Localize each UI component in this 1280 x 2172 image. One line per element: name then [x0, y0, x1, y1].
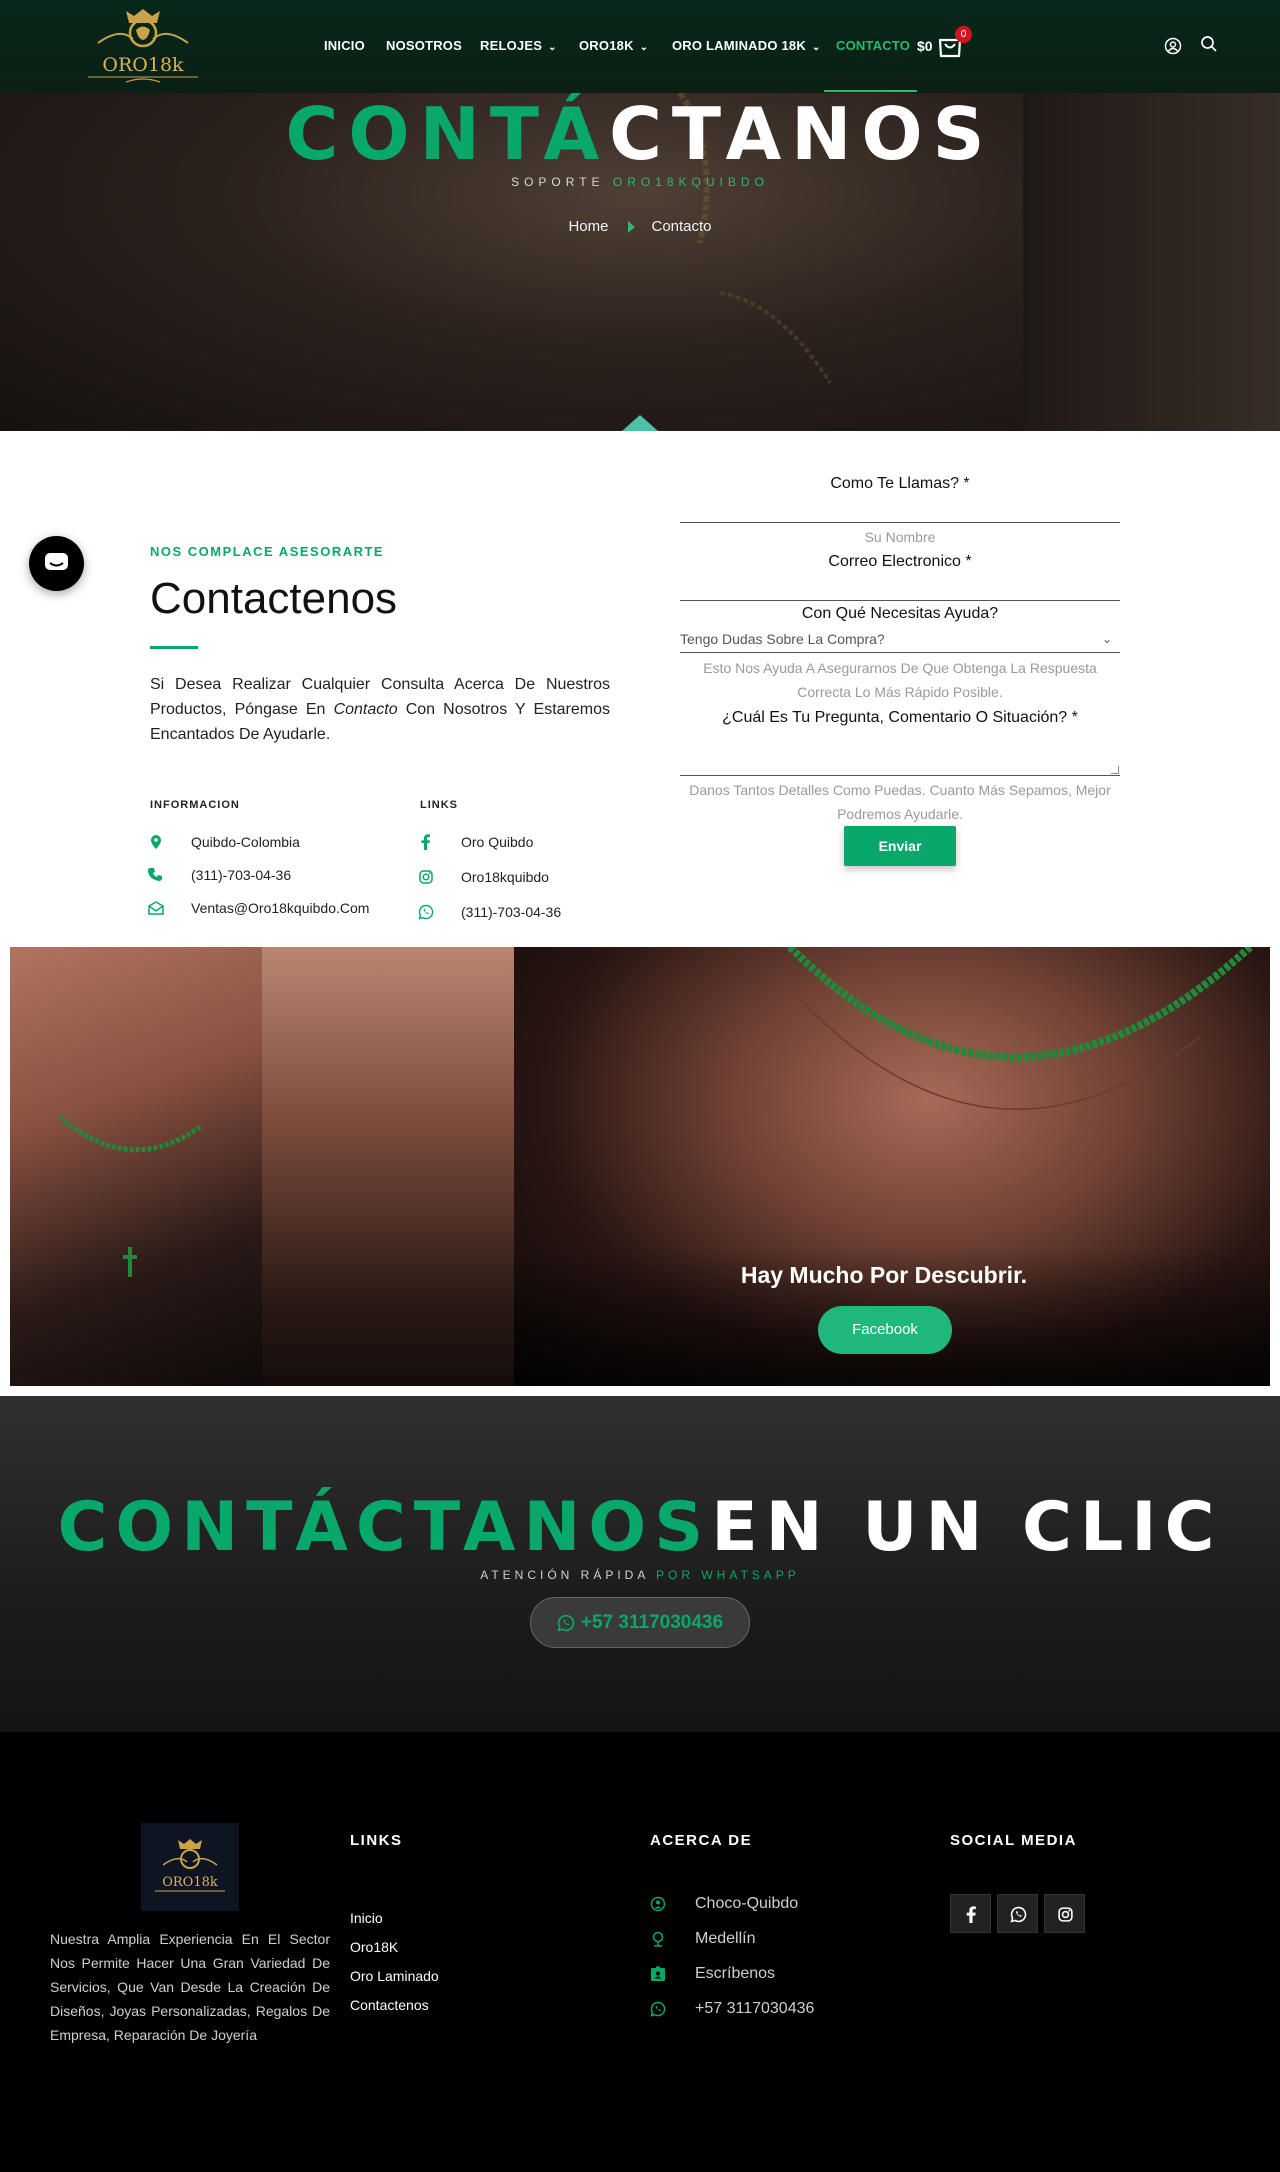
send-button[interactable]: Enviar [844, 826, 956, 866]
footer-link-contactenos[interactable]: Contactenos [350, 1997, 429, 2013]
contact-title: Contactenos [150, 574, 398, 623]
footer-location-medellin: Medellín [695, 1930, 756, 1947]
hero-notch [622, 415, 658, 431]
email-input[interactable] [680, 600, 1120, 601]
resize-handle[interactable] [1111, 766, 1119, 774]
chevron-down-icon: ⌄ [811, 42, 821, 53]
nav-oro18k[interactable]: ORO18K ⌄ [579, 38, 648, 53]
footer-write-us[interactable]: Escríbenos [695, 1965, 775, 1983]
svg-text:ORO18k: ORO18k [102, 54, 184, 76]
info-location: Quibdo-Colombia [191, 834, 300, 850]
map-pin-icon [652, 1931, 664, 1947]
necklace-image [780, 947, 1253, 1110]
cta-subtitle: ATENCIÓN RÁPIDA POR WHATSAPP [480, 1568, 800, 1582]
hero-title: CONTÁCTANOS [285, 92, 995, 176]
hero-subtitle: SOPORTE ORO18KQUIBDO [511, 175, 769, 189]
help-label: Con Qué Necesitas Ayuda? [801, 605, 999, 622]
nav-nosotros[interactable]: NOSOTROS [386, 38, 462, 53]
chat-button[interactable] [29, 536, 84, 591]
chevron-down-icon: ⌄ [639, 42, 649, 53]
social-whatsapp-button[interactable] [997, 1894, 1038, 1933]
facebook-icon [421, 834, 430, 850]
necklace-image [58, 1115, 202, 1277]
nav-oro-laminado[interactable]: ORO LAMINADO 18K ⌄ [672, 38, 821, 53]
footer-logo[interactable]: ORO18k [141, 1823, 239, 1911]
active-nav-underline [824, 90, 917, 92]
info-phone[interactable]: (311)-703-04-36 [191, 867, 291, 883]
promo-banner [10, 947, 1270, 1386]
footer-link-oro18k[interactable]: Oro18K [350, 1939, 398, 1955]
footer-link-oro-laminado[interactable]: Oro Laminado [350, 1968, 439, 1984]
help-select[interactable]: Tengo Dudas Sobre La Compra? ⌄ [680, 631, 1120, 653]
facebook-button[interactable]: Facebook [818, 1306, 952, 1354]
link-instagram[interactable]: Oro18kquibdo [461, 869, 549, 885]
footer-phone[interactable]: +57 3117030436 [695, 2000, 814, 2018]
instagram-icon [419, 870, 433, 884]
footer-link-inicio[interactable]: Inicio [350, 1910, 383, 1926]
cart-amount[interactable]: $0 [917, 38, 933, 54]
whatsapp-icon [557, 1614, 575, 1632]
question-label: ¿Cuál Es Tu Pregunta, Comentario O Situa… [722, 709, 1078, 726]
title-divider [150, 646, 198, 649]
user-icon[interactable] [1164, 37, 1182, 55]
link-whatsapp[interactable]: (311)-703-04-36 [461, 904, 561, 920]
footer-about-heading: ACERCA DE [650, 1832, 753, 1849]
footer-social-heading: SOCIAL MEDIA [950, 1832, 1077, 1849]
banner-image-middle [262, 947, 514, 1386]
email-label: Correo Electronico * [828, 553, 972, 570]
name-hint: Su Nombre [864, 529, 936, 545]
banner-title: Hay Mucho Por Descubrir. [740, 1262, 1028, 1288]
question-hint: Danos Tantos Detalles Como Puedas. Cuant… [689, 782, 1111, 822]
help-hint: Esto Nos Ayuda A Asegurarnos De Que Obte… [703, 660, 1097, 700]
breadcrumb-current: Contacto [651, 218, 712, 235]
breadcrumb: Home Contacto [0, 218, 1280, 235]
contact-eyebrow: NOS COMPLACE ASESORARTE [150, 544, 385, 559]
site-header: ORO18k INICIO NOSOTROS RELOJES ⌄ ORO18K ⌄ … [0, 0, 1280, 93]
oro18k-logo: ORO18k [155, 1839, 225, 1892]
map-pin-icon [151, 835, 161, 849]
footer-links-heading: LINKS [350, 1832, 403, 1849]
social-instagram-button[interactable] [1044, 1894, 1085, 1933]
mail-icon [148, 901, 164, 915]
phone-icon [148, 868, 162, 881]
search-icon[interactable] [1200, 35, 1218, 53]
cart-count-badge: 0 [955, 26, 972, 43]
oro18k-logo[interactable]: ORO18k [78, 3, 208, 87]
footer-about-text: Nuestra Amplia Experiencia En El Sector … [50, 1931, 330, 2043]
whatsapp-icon [418, 904, 434, 920]
breadcrumb-home[interactable]: Home [568, 218, 608, 235]
location-icon [650, 1896, 666, 1912]
nav-contacto[interactable]: CONTACTO [836, 38, 910, 53]
info-email[interactable]: Ventas@Oro18kquibdo.Com [191, 900, 369, 916]
whatsapp-icon [650, 2001, 666, 2017]
name-label: Como Te Llamas? * [830, 475, 970, 492]
nav-relojes[interactable]: RELOJES ⌄ [480, 38, 557, 53]
chevron-down-icon: ⌄ [1101, 632, 1112, 646]
footer-location-choco: Choco-Quibdo [695, 1895, 799, 1912]
chevron-right-icon [628, 221, 636, 234]
nav-inicio[interactable]: INICIO [324, 38, 365, 53]
facebook-icon [966, 1906, 976, 1923]
instagram-icon [1058, 1907, 1073, 1922]
id-card-icon [651, 1966, 665, 1981]
cta-title: CONTÁCTANOSEN UN CLIC [57, 1488, 1223, 1567]
chat-icon [45, 553, 68, 570]
whatsapp-phone-button[interactable]: +57 3117030436 [530, 1597, 750, 1648]
links-heading: LINKS [420, 799, 458, 811]
link-oro-quibdo[interactable]: Oro Quibdo [461, 834, 533, 850]
question-textarea[interactable] [680, 735, 1120, 776]
chevron-down-icon: ⌄ [548, 42, 557, 53]
contact-description: Si Desea Realizar Cualquier Consulta Ace… [150, 676, 610, 743]
svg-text:ORO18k: ORO18k [162, 1875, 218, 1890]
whatsapp-icon [1010, 1906, 1027, 1923]
name-input[interactable] [680, 522, 1120, 523]
social-facebook-button[interactable] [950, 1894, 991, 1933]
info-heading: INFORMACION [150, 799, 240, 811]
